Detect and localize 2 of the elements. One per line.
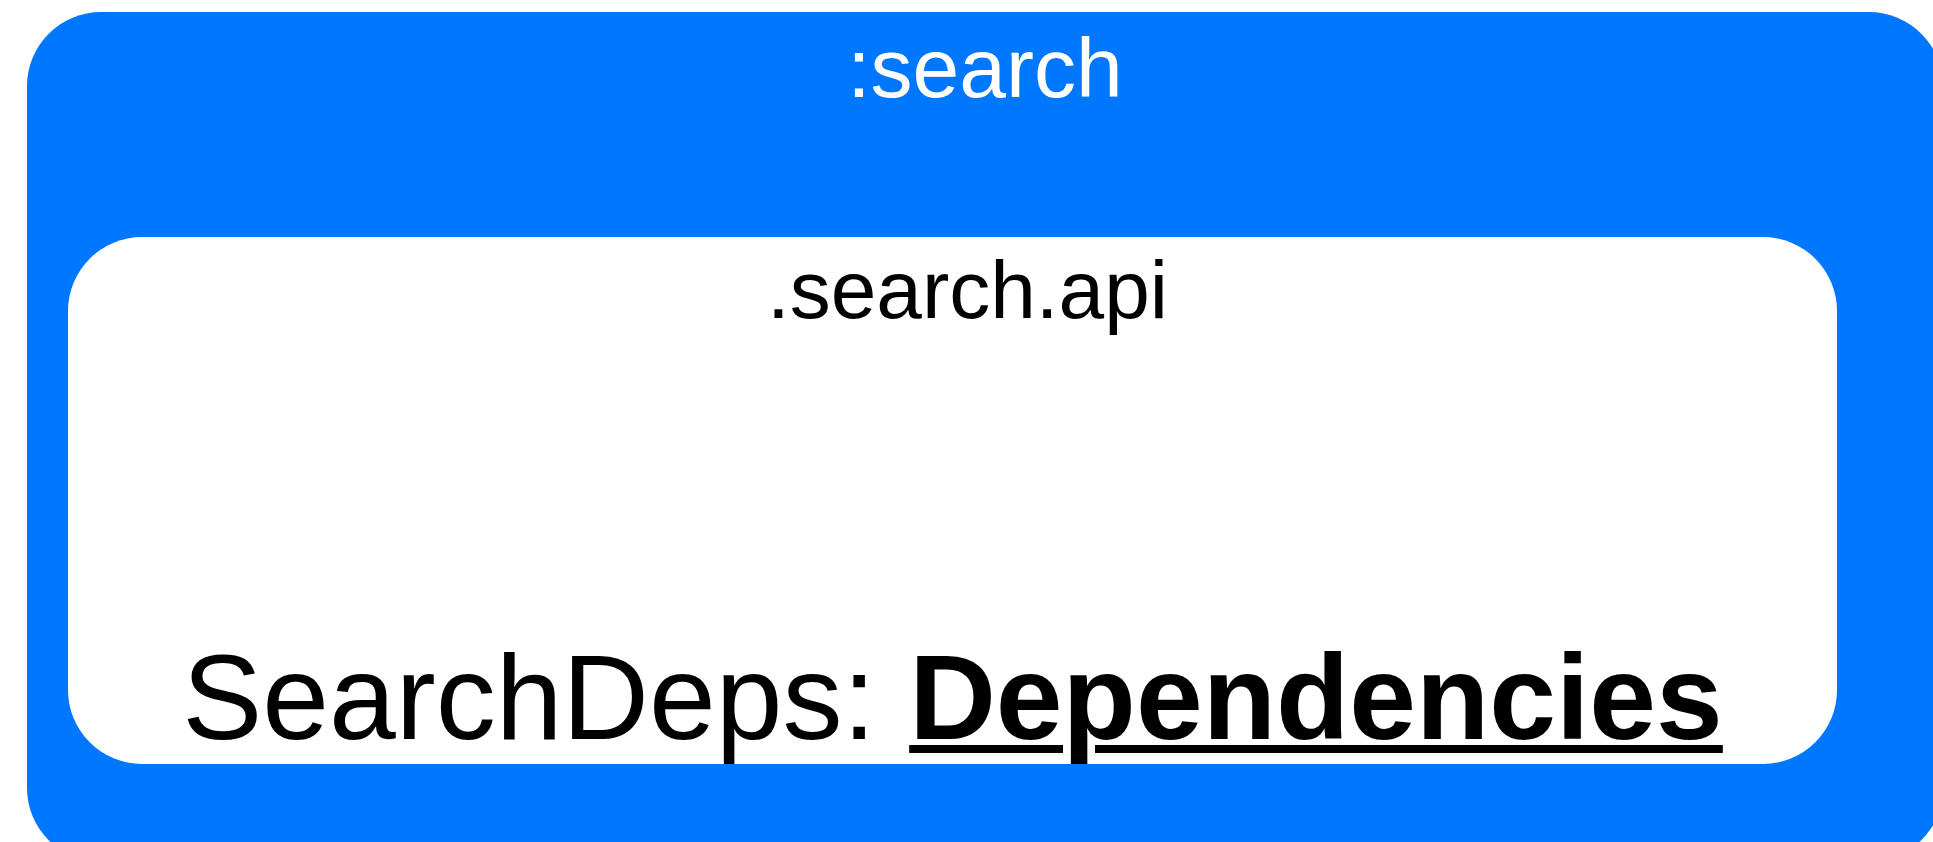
- package-title: :search: [847, 26, 1123, 110]
- declaration-text: SearchDeps: Dependencies: [182, 631, 1723, 763]
